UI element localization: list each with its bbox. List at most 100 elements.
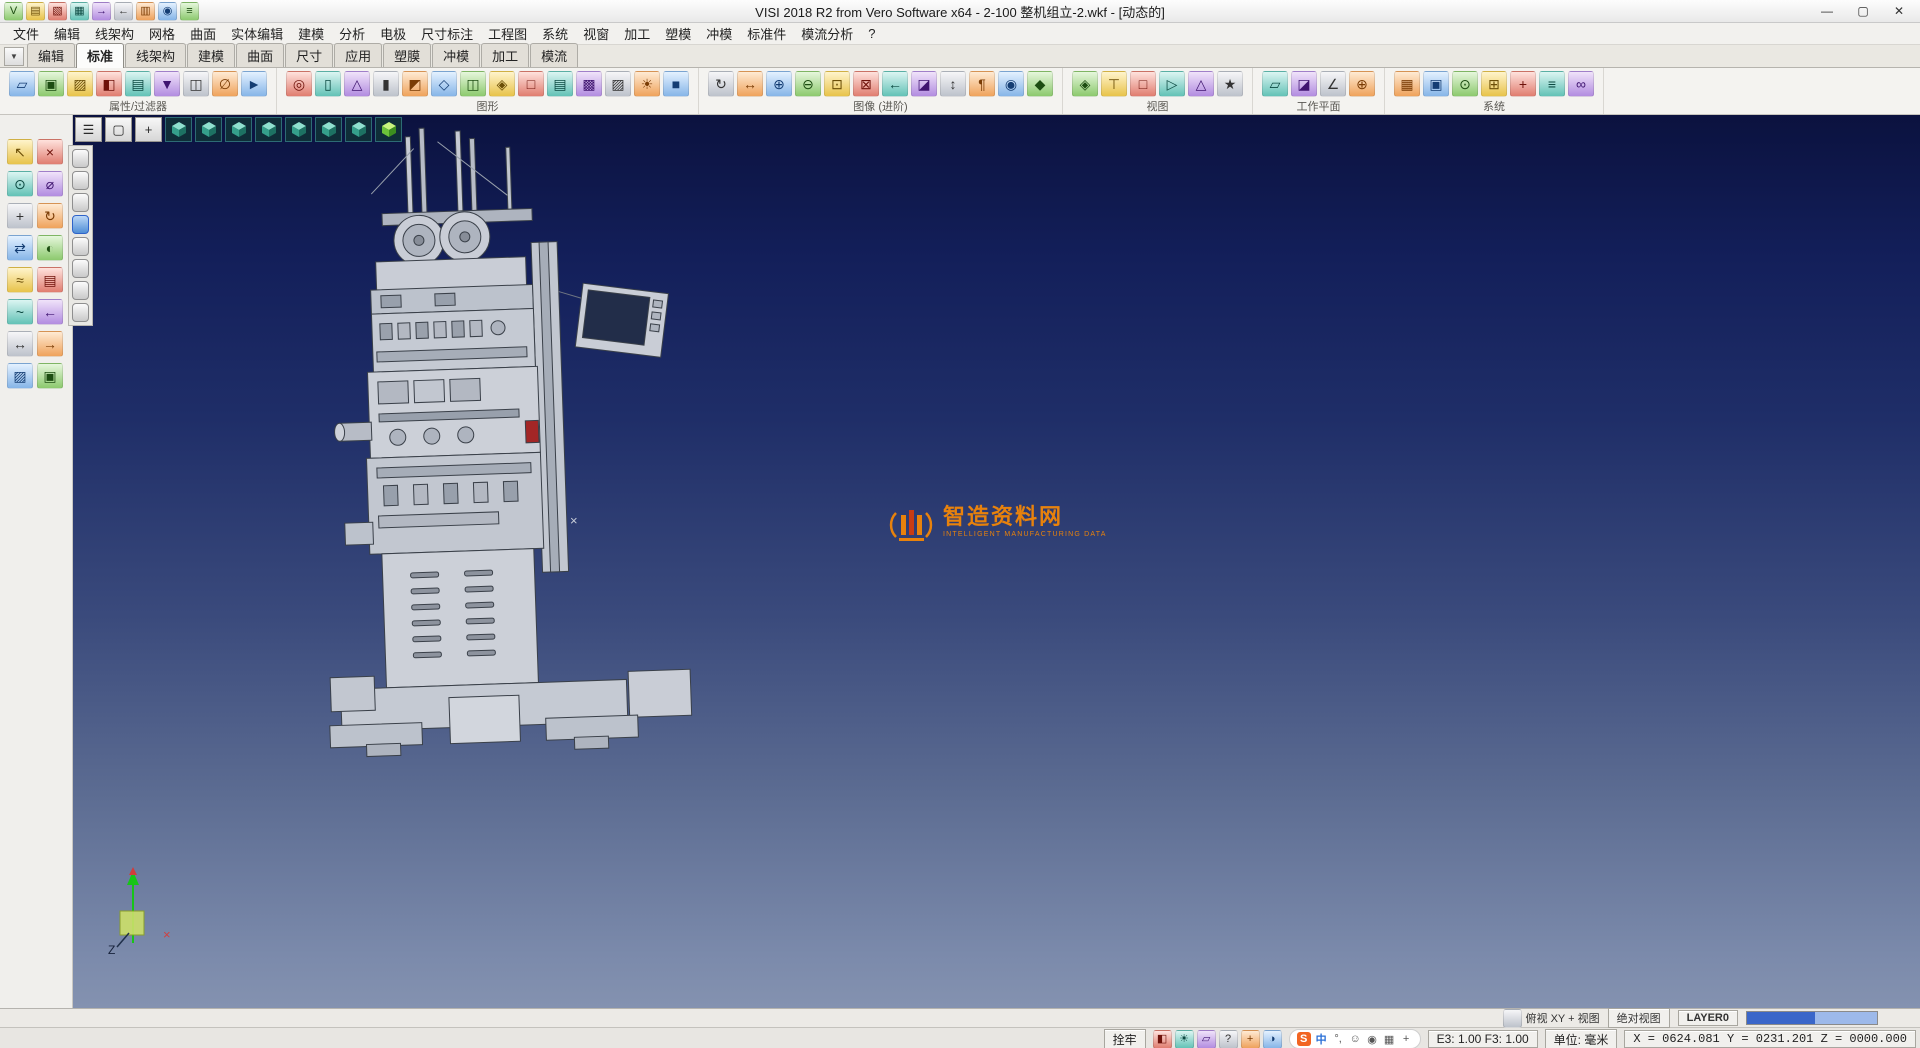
print-icon[interactable]: ▥ bbox=[136, 2, 155, 21]
zoom-out-icon[interactable]: ⊖ bbox=[795, 71, 821, 97]
tab-item[interactable]: 尺寸 bbox=[285, 43, 333, 67]
cube-top-icon[interactable] bbox=[285, 117, 312, 142]
snap-lock-toggle[interactable]: 拴牢 bbox=[1104, 1029, 1146, 1048]
dynamic-view-icon[interactable]: ◐ bbox=[37, 235, 63, 261]
viewport-3d[interactable]: ☰▢+ bbox=[73, 115, 1920, 1008]
menu-item[interactable]: 系统 bbox=[535, 23, 575, 44]
menu-item[interactable]: 模流分析 bbox=[794, 23, 860, 44]
workplane-rotate-icon[interactable]: ∠ bbox=[1320, 71, 1346, 97]
cylinder-display-icon[interactable]: ▯ bbox=[315, 71, 341, 97]
iso-view-icon[interactable]: ◈ bbox=[1072, 71, 1098, 97]
hatch-tools-icon[interactable]: ▨ bbox=[7, 363, 33, 389]
tab-item[interactable]: 冲模 bbox=[432, 43, 480, 67]
top-view-icon[interactable]: ⊤ bbox=[1101, 71, 1127, 97]
element-filter-icon[interactable]: ◫ bbox=[183, 71, 209, 97]
shaded-view-icon[interactable]: ◩ bbox=[402, 71, 428, 97]
plan-view-icon[interactable]: ▢ bbox=[105, 117, 132, 142]
notebook-icon[interactable]: ▤ bbox=[37, 267, 63, 293]
menu-item[interactable]: 分析 bbox=[332, 23, 372, 44]
tab-item[interactable]: 加工 bbox=[481, 43, 529, 67]
layer-visibility-button[interactable] bbox=[72, 303, 89, 322]
tab-item[interactable]: 塑膜 bbox=[383, 43, 431, 67]
saved-views-icon[interactable]: ★ bbox=[1217, 71, 1243, 97]
capture-icon[interactable]: ◉ bbox=[158, 2, 177, 21]
view-orientation-icon[interactable] bbox=[1503, 1009, 1522, 1028]
import-icon[interactable]: → bbox=[92, 2, 111, 21]
menu-item[interactable]: 塑模 bbox=[658, 23, 698, 44]
attribute-brush-icon[interactable]: ▨ bbox=[67, 71, 93, 97]
material-icon[interactable]: ◆ bbox=[1027, 71, 1053, 97]
help-status-icon[interactable]: ? bbox=[1219, 1030, 1238, 1048]
zoom-in-icon[interactable]: ⊕ bbox=[766, 71, 792, 97]
move-entity-icon[interactable]: + bbox=[7, 203, 33, 229]
display-mode-icon[interactable]: ◧ bbox=[1153, 1030, 1172, 1048]
menu-item[interactable]: 建模 bbox=[291, 23, 331, 44]
ime-mic-icon[interactable]: ◉ bbox=[1366, 1032, 1379, 1046]
layer-visibility-button[interactable] bbox=[72, 215, 89, 234]
view-list-icon[interactable]: ☰ bbox=[75, 117, 102, 142]
refresh-graphics-icon[interactable]: ◎ bbox=[286, 71, 312, 97]
export-icon[interactable]: ← bbox=[114, 2, 133, 21]
absolute-view-button[interactable]: 绝对视图 bbox=[1608, 1008, 1670, 1028]
bounding-box-icon[interactable]: □ bbox=[518, 71, 544, 97]
tab-item[interactable]: 标准 bbox=[76, 43, 124, 68]
clipboard-icon[interactable]: ▣ bbox=[37, 363, 63, 389]
tab-item[interactable]: 模流 bbox=[530, 43, 578, 67]
display-settings-icon[interactable]: ▣ bbox=[1423, 71, 1449, 97]
open-file-icon[interactable]: ▧ bbox=[48, 2, 67, 21]
select-entity-icon[interactable]: ↖ bbox=[7, 139, 33, 165]
cad-model[interactable] bbox=[321, 125, 721, 815]
system-options-icon[interactable]: ≡ bbox=[1539, 71, 1565, 97]
render-mode-icon[interactable]: ▩ bbox=[576, 71, 602, 97]
screen-capture-icon[interactable]: ◉ bbox=[998, 71, 1024, 97]
menu-item[interactable]: ? bbox=[861, 25, 882, 42]
tab-item[interactable]: 建模 bbox=[187, 43, 235, 67]
layer-filter-icon[interactable]: ▤ bbox=[125, 71, 151, 97]
dimension-tools-icon[interactable]: ↔ bbox=[7, 331, 33, 357]
measure-icon[interactable]: ↕ bbox=[940, 71, 966, 97]
menu-item[interactable]: 实体编辑 bbox=[224, 23, 290, 44]
hidden-line-icon[interactable]: ◫ bbox=[460, 71, 486, 97]
cone-display-icon[interactable]: △ bbox=[344, 71, 370, 97]
copy-attributes-icon[interactable]: ▣ bbox=[38, 71, 64, 97]
menu-item[interactable]: 文件 bbox=[6, 23, 46, 44]
menu-item[interactable]: 标准件 bbox=[740, 23, 793, 44]
cad-link-icon[interactable]: ∞ bbox=[1568, 71, 1594, 97]
front-view-icon[interactable]: □ bbox=[1130, 71, 1156, 97]
menu-item[interactable]: 线架构 bbox=[88, 23, 141, 44]
dynamic-rotate-icon[interactable]: ↻ bbox=[708, 71, 734, 97]
ime-chinese-icon[interactable]: 中 bbox=[1315, 1032, 1328, 1046]
menu-item[interactable]: 视窗 bbox=[576, 23, 616, 44]
menu-item[interactable]: 工程图 bbox=[481, 23, 534, 44]
transparency-icon[interactable]: ◈ bbox=[489, 71, 515, 97]
snap-settings-icon[interactable]: + bbox=[1510, 71, 1536, 97]
layer-visibility-button[interactable] bbox=[72, 149, 89, 168]
right-view-icon[interactable]: ▷ bbox=[1159, 71, 1185, 97]
edit-attributes-icon[interactable]: ▱ bbox=[9, 71, 35, 97]
scissors-icon[interactable]: ⌀ bbox=[37, 171, 63, 197]
background-icon[interactable]: ■ bbox=[663, 71, 689, 97]
minimize-button[interactable]: — bbox=[1810, 2, 1844, 20]
layer-visibility-button[interactable] bbox=[72, 193, 89, 212]
cube-front-icon[interactable] bbox=[315, 117, 342, 142]
mirror-entity-icon[interactable]: ⇄ bbox=[7, 235, 33, 261]
tab-item[interactable]: 曲面 bbox=[236, 43, 284, 67]
axes-icon[interactable]: + bbox=[135, 117, 162, 142]
workplane-status-icon[interactable]: ▱ bbox=[1197, 1030, 1216, 1048]
menu-item[interactable]: 编辑 bbox=[47, 23, 87, 44]
workplane-on-face-icon[interactable]: ◪ bbox=[1291, 71, 1317, 97]
layer-manager-icon[interactable]: ▤ bbox=[547, 71, 573, 97]
ime-punctuation-icon[interactable]: °, bbox=[1332, 1032, 1345, 1046]
layer-visibility-button[interactable] bbox=[72, 237, 89, 256]
navigation-icon[interactable]: + bbox=[1241, 1030, 1260, 1048]
type-filter-icon[interactable]: ▼ bbox=[154, 71, 180, 97]
globe-settings-icon[interactable]: ⊙ bbox=[1452, 71, 1478, 97]
cube-iso-sw-icon[interactable] bbox=[195, 117, 222, 142]
settings-icon[interactable]: ≡ bbox=[180, 2, 199, 21]
workplane-icon[interactable]: ▱ bbox=[1262, 71, 1288, 97]
zoom-window-icon[interactable]: ⊡ bbox=[824, 71, 850, 97]
tab-item[interactable]: 线架构 bbox=[125, 43, 186, 67]
dynamic-pan-icon[interactable]: ↔ bbox=[737, 71, 763, 97]
ime-emoji-icon[interactable]: ☺ bbox=[1349, 1032, 1362, 1046]
layer-visibility-button[interactable] bbox=[72, 259, 89, 278]
